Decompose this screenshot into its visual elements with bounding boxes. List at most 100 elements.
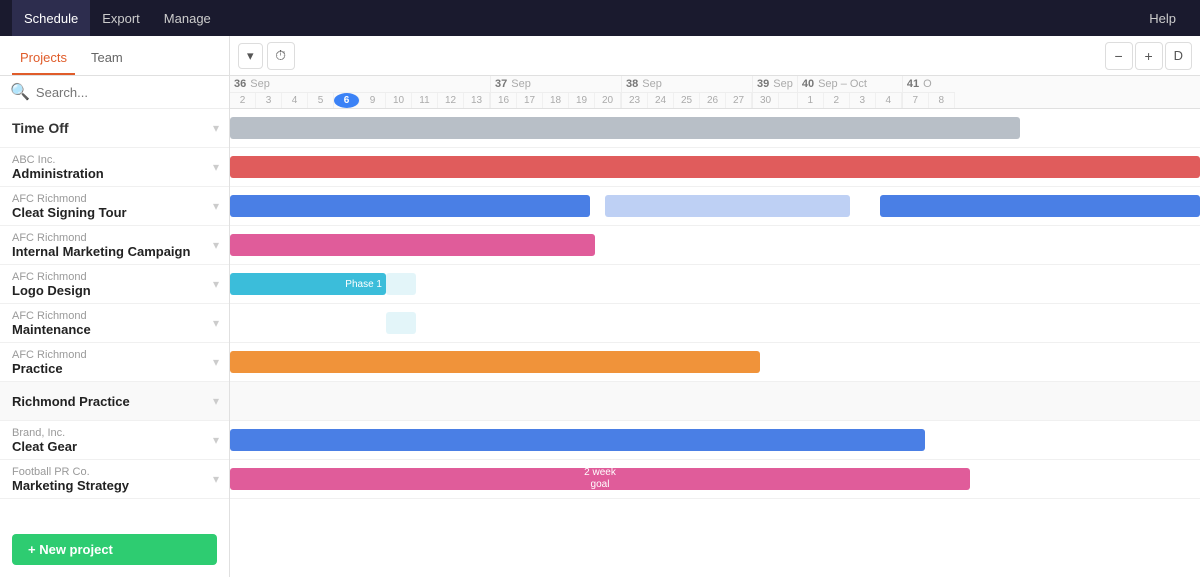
bar-afc-cleat-3[interactable] (880, 195, 1200, 217)
view-mode-button[interactable]: D (1165, 42, 1192, 70)
day-oct-8: 8 (929, 93, 955, 108)
week-num-36: 36 (234, 78, 246, 90)
gantt-area: ▾ ⏱ − + D 36 Sep 2 (230, 36, 1200, 577)
week-39: 39 Sep 30 (753, 76, 798, 108)
day-oct-7: 7 (903, 93, 929, 108)
gantt-row-abc-admin (230, 148, 1200, 187)
zoom-in-button[interactable]: + (1135, 42, 1163, 70)
chevron-icon-afc-logo: ▾ (213, 277, 219, 291)
gantt-row-time-off (230, 109, 1200, 148)
sidebar-item-afc-practice[interactable]: AFC Richmond Practice ▾ (0, 343, 229, 382)
week-41: 41 O 7 8 (903, 76, 955, 108)
tab-projects[interactable]: Projects (12, 42, 75, 75)
new-project-button[interactable]: + New project (12, 534, 217, 565)
sidebar-item-football-marketing[interactable]: Football PR Co. Marketing Strategy ▾ (0, 460, 229, 499)
day-27: 27 (726, 93, 752, 108)
sidebar-item-abc-admin[interactable]: ABC Inc. Administration ▾ (0, 148, 229, 187)
day-23: 23 (622, 93, 648, 108)
day-2: 2 (230, 93, 256, 108)
bar-afc-logo[interactable]: Phase 1 (230, 273, 386, 295)
sidebar-item-afc-cleat[interactable]: AFC Richmond Cleat Signing Tour ▾ (0, 187, 229, 226)
day-oct-2: 2 (824, 93, 850, 108)
bar-afc-logo-light[interactable] (386, 273, 416, 295)
day-oct-4: 4 (876, 93, 902, 108)
bar-afc-internal[interactable] (230, 234, 595, 256)
month-36: Sep (250, 78, 270, 90)
day-4: 4 (282, 93, 308, 108)
sidebar-item-afc-internal[interactable]: AFC Richmond Internal Marketing Campaign… (0, 226, 229, 265)
day-24: 24 (648, 93, 674, 108)
gantt-row-afc-practice (230, 343, 1200, 382)
tab-team[interactable]: Team (83, 42, 131, 75)
chevron-icon-richmond-practice: ▾ (213, 394, 219, 408)
sidebar-item-richmond-practice[interactable]: Richmond Practice ▾ (0, 382, 229, 421)
sidebar-item-brand-cleat[interactable]: Brand, Inc. Cleat Gear ▾ (0, 421, 229, 460)
search-icon: 🔍 (10, 82, 30, 102)
nav-export[interactable]: Export (90, 0, 152, 36)
gantt-header: 36 Sep 2 3 4 5 6 9 10 11 12 13 (230, 76, 1200, 109)
day-20: 20 (595, 93, 621, 108)
day-5: 5 (308, 93, 334, 108)
day-26: 26 (700, 93, 726, 108)
day-9: 9 (360, 93, 386, 108)
nav-manage[interactable]: Manage (152, 0, 223, 36)
day-10: 10 (386, 93, 412, 108)
gantt-row-brand-cleat (230, 421, 1200, 460)
chevron-icon-afc-maintenance: ▾ (213, 316, 219, 330)
chevron-icon-brand-cleat: ▾ (213, 433, 219, 447)
day-16: 16 (491, 93, 517, 108)
gantt-row-afc-logo: Phase 1 (230, 265, 1200, 304)
chevron-icon-time-off: ▾ (213, 121, 219, 135)
bar-brand-cleat[interactable] (230, 429, 925, 451)
day-oct-1: 1 (798, 93, 824, 108)
filter-button[interactable]: ▾ (238, 43, 263, 69)
week-num-41: 41 (907, 78, 919, 90)
gantt-toolbar: ▾ ⏱ − + D (230, 36, 1200, 76)
gantt-row-afc-maintenance (230, 304, 1200, 343)
gantt-row-afc-internal (230, 226, 1200, 265)
search-input[interactable] (36, 85, 219, 100)
gantt-row-richmond-practice (230, 382, 1200, 421)
month-39: Sep (773, 78, 793, 90)
month-37: Sep (511, 78, 531, 90)
chevron-icon-football-marketing: ▾ (213, 472, 219, 486)
sidebar-item-time-off[interactable]: Time Off ▾ (0, 109, 229, 148)
day-3: 3 (256, 93, 282, 108)
month-38: Sep (642, 78, 662, 90)
bar-time-off[interactable] (230, 117, 1020, 139)
week-num-37: 37 (495, 78, 507, 90)
day-oct-3: 3 (850, 93, 876, 108)
gantt-body: Phase 1 (230, 109, 1200, 577)
bar-abc-admin[interactable] (230, 156, 1200, 178)
nav-schedule[interactable]: Schedule (12, 0, 90, 36)
bar-afc-practice[interactable] (230, 351, 760, 373)
day-25: 25 (674, 93, 700, 108)
today-button[interactable]: ⏱ (267, 42, 295, 70)
sidebar: Projects Team 🔍 Time Off ▾ ABC Inc. Admi… (0, 36, 230, 577)
bar-afc-cleat-2[interactable] (605, 195, 850, 217)
day-6-today: 6 (334, 93, 360, 108)
week-num-38: 38 (626, 78, 638, 90)
bar-afc-cleat-1[interactable] (230, 195, 590, 217)
week-38: 38 Sep 23 24 25 26 27 (622, 76, 753, 108)
nav-help[interactable]: Help (1137, 11, 1188, 26)
month-40: Sep – Oct (818, 78, 867, 90)
week-num-40: 40 (802, 78, 814, 90)
day-17: 17 (517, 93, 543, 108)
month-41: O (923, 78, 932, 90)
zoom-out-button[interactable]: − (1105, 42, 1133, 70)
sidebar-item-afc-maintenance[interactable]: AFC Richmond Maintenance ▾ (0, 304, 229, 343)
gantt-row-football-marketing: 2 weekgoal (230, 460, 1200, 499)
week-40: 40 Sep – Oct 1 2 3 4 (798, 76, 903, 108)
day-18: 18 (543, 93, 569, 108)
day-12: 12 (438, 93, 464, 108)
gantt-scroll[interactable]: 36 Sep 2 3 4 5 6 9 10 11 12 13 (230, 76, 1200, 577)
day-30: 30 (753, 93, 779, 108)
sidebar-item-afc-logo[interactable]: AFC Richmond Logo Design ▾ (0, 265, 229, 304)
day-13: 13 (464, 93, 490, 108)
bar-afc-maintenance-light[interactable] (386, 312, 416, 334)
chevron-icon-afc-internal: ▾ (213, 238, 219, 252)
bar-football-marketing[interactable]: 2 weekgoal (230, 468, 970, 490)
chevron-icon-afc-cleat: ▾ (213, 199, 219, 213)
chevron-icon-abc-admin: ▾ (213, 160, 219, 174)
